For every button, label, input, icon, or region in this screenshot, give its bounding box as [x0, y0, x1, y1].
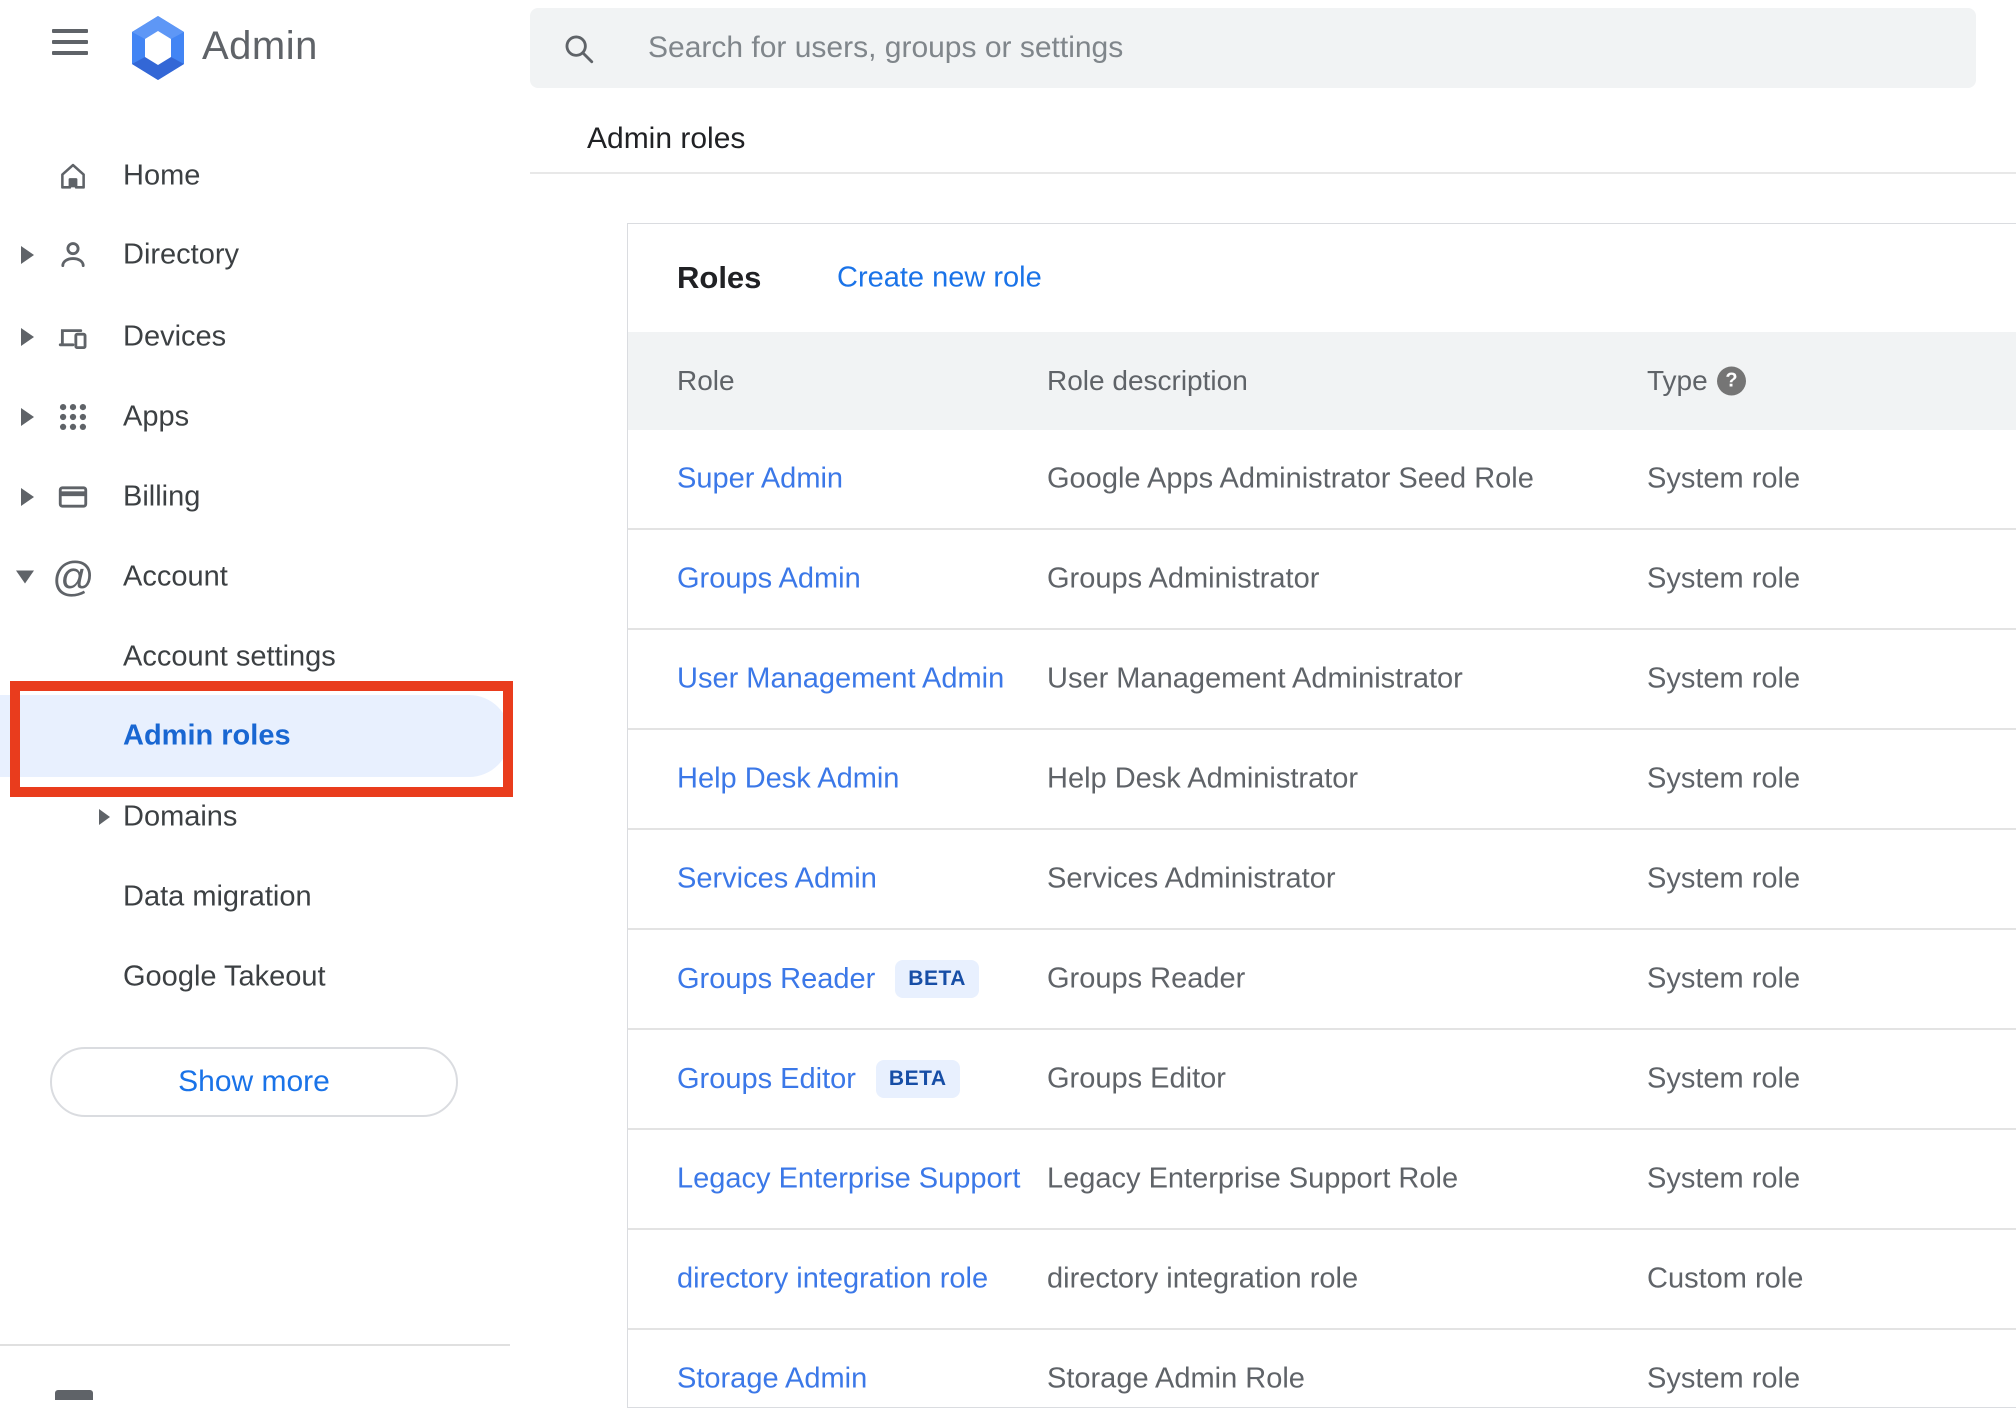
- role-type: System role: [1647, 562, 1801, 595]
- sidebar-item-google-takeout[interactable]: Google Takeout: [0, 936, 520, 1018]
- role-type: System role: [1647, 862, 1801, 895]
- table-row: Help Desk Admin Help Desk Administrator …: [628, 730, 2016, 830]
- roles-card: Roles Create new role Role Role descript…: [627, 223, 2016, 1408]
- chevron-right-icon[interactable]: [21, 328, 34, 346]
- role-type: System role: [1647, 962, 1801, 995]
- role-link-text[interactable]: Groups Reader: [677, 963, 875, 996]
- sidebar-divider: [0, 1344, 510, 1346]
- role-type: System role: [1647, 1162, 1801, 1195]
- menu-hamburger-icon[interactable]: [52, 29, 88, 55]
- table-row: Services Admin Services Administrator Sy…: [628, 830, 2016, 930]
- column-header-description: Role description: [1047, 365, 1248, 396]
- chevron-right-icon[interactable]: [99, 809, 110, 825]
- role-description: Groups Administrator: [1047, 562, 1320, 595]
- admin-logo-icon: [132, 16, 184, 80]
- role-link[interactable]: Help Desk Admin: [677, 763, 899, 796]
- role-description: Services Administrator: [1047, 862, 1336, 895]
- role-link[interactable]: Groups Editor BETA: [677, 1060, 960, 1098]
- show-more-button[interactable]: Show more: [50, 1047, 458, 1117]
- sidebar-item-label: Apps: [123, 400, 190, 433]
- table-row: Groups Reader BETA Groups Reader System r…: [628, 930, 2016, 1030]
- card-title: Roles: [677, 260, 762, 295]
- role-link[interactable]: Super Admin: [677, 463, 843, 496]
- column-header-type: Type: [1647, 365, 1708, 396]
- role-link[interactable]: Groups Reader BETA: [677, 960, 979, 998]
- role-link-text[interactable]: Groups Editor: [677, 1063, 856, 1096]
- sidebar-item-label: Account settings: [123, 640, 336, 673]
- table-header-row: Role Role description Type ?: [628, 332, 2016, 430]
- role-description: Help Desk Administrator: [1047, 762, 1359, 795]
- role-type: System role: [1647, 662, 1801, 695]
- home-icon: [56, 159, 90, 193]
- role-link[interactable]: Storage Admin: [677, 1363, 867, 1396]
- role-link[interactable]: Groups Admin: [677, 563, 861, 596]
- beta-badge: BETA: [875, 1060, 960, 1098]
- apps-grid-icon: [56, 400, 90, 434]
- app-title: Admin: [202, 24, 318, 68]
- cut-off-bottom-icon: [55, 1390, 93, 1400]
- chevron-down-icon[interactable]: [16, 570, 34, 584]
- header-divider: [530, 172, 2016, 174]
- role-description: Google Apps Administrator Seed Role: [1047, 462, 1534, 495]
- role-type: System role: [1647, 462, 1801, 495]
- table-row: Groups Editor BETA Groups Editor System r…: [628, 1030, 2016, 1130]
- help-icon[interactable]: ?: [1717, 366, 1746, 396]
- role-description: Groups Editor: [1047, 1062, 1226, 1095]
- sidebar-item-admin-roles[interactable]: Admin roles: [0, 695, 510, 777]
- at-sign-icon: @: [52, 553, 95, 600]
- roles-table: Super Admin Google Apps Administrator Se…: [628, 430, 2016, 1428]
- role-description: User Management Administrator: [1047, 662, 1463, 695]
- sidebar-item-label: Domains: [123, 800, 238, 833]
- sidebar-item-home[interactable]: Home: [0, 135, 520, 217]
- column-header-role: Role: [677, 365, 735, 396]
- create-new-role-link[interactable]: Create new role: [837, 262, 1042, 295]
- role-link[interactable]: User Management Admin: [677, 663, 1004, 696]
- search-placeholder: Search for users, groups or settings: [648, 31, 1124, 64]
- sidebar-item-data-migration[interactable]: Data migration: [0, 856, 520, 938]
- breadcrumb: Admin roles: [587, 122, 746, 155]
- sidebar-item-account-settings[interactable]: Account settings: [0, 616, 520, 698]
- sidebar-item-label: Admin roles: [123, 719, 291, 752]
- role-type: Custom role: [1647, 1262, 1804, 1295]
- person-icon: [56, 238, 90, 272]
- sidebar-item-devices[interactable]: Devices: [0, 296, 520, 378]
- sidebar-item-directory[interactable]: Directory: [0, 214, 520, 296]
- role-description: Legacy Enterprise Support Role: [1047, 1162, 1459, 1195]
- sidebar-item-label: Data migration: [123, 880, 312, 913]
- table-row: Legacy Enterprise Support Legacy Enterpr…: [628, 1130, 2016, 1230]
- sidebar-item-label: Directory: [123, 238, 240, 271]
- table-row: User Management Admin User Management Ad…: [628, 630, 2016, 730]
- role-type: System role: [1647, 1062, 1801, 1095]
- role-link[interactable]: Services Admin: [677, 863, 877, 896]
- search-input[interactable]: Search for users, groups or settings: [530, 8, 1976, 88]
- search-icon: [565, 35, 594, 64]
- role-type: System role: [1647, 1362, 1801, 1395]
- sidebar-item-label: Devices: [123, 320, 227, 353]
- sidebar-item-label: Google Takeout: [123, 960, 326, 993]
- role-description: Storage Admin Role: [1047, 1362, 1305, 1395]
- chevron-right-icon[interactable]: [21, 408, 34, 426]
- role-description: directory integration role: [1047, 1262, 1359, 1295]
- table-row: Super Admin Google Apps Administrator Se…: [628, 430, 2016, 530]
- role-link[interactable]: Legacy Enterprise Support: [677, 1163, 1020, 1196]
- sidebar-item-domains[interactable]: Domains: [0, 776, 520, 858]
- sidebar-item-billing[interactable]: Billing: [0, 456, 520, 538]
- role-link[interactable]: directory integration role: [677, 1263, 988, 1296]
- role-description: Groups Reader: [1047, 962, 1246, 995]
- table-row: directory integration role directory int…: [628, 1230, 2016, 1330]
- sidebar-item-label: Home: [123, 159, 201, 192]
- table-row: Groups Admin Groups Administrator System…: [628, 530, 2016, 630]
- sidebar-item-label: Billing: [123, 480, 201, 513]
- sidebar-item-label: Account: [123, 560, 228, 593]
- sidebar-item-apps[interactable]: Apps: [0, 376, 520, 458]
- table-row: Storage Admin Storage Admin Role System …: [628, 1330, 2016, 1428]
- devices-icon: [56, 320, 90, 354]
- beta-badge: BETA: [895, 960, 979, 998]
- chevron-right-icon[interactable]: [21, 488, 34, 506]
- chevron-right-icon[interactable]: [21, 246, 34, 264]
- role-type: System role: [1647, 762, 1801, 795]
- sidebar-item-account[interactable]: @ Account: [0, 536, 520, 618]
- credit-card-icon: [56, 480, 90, 514]
